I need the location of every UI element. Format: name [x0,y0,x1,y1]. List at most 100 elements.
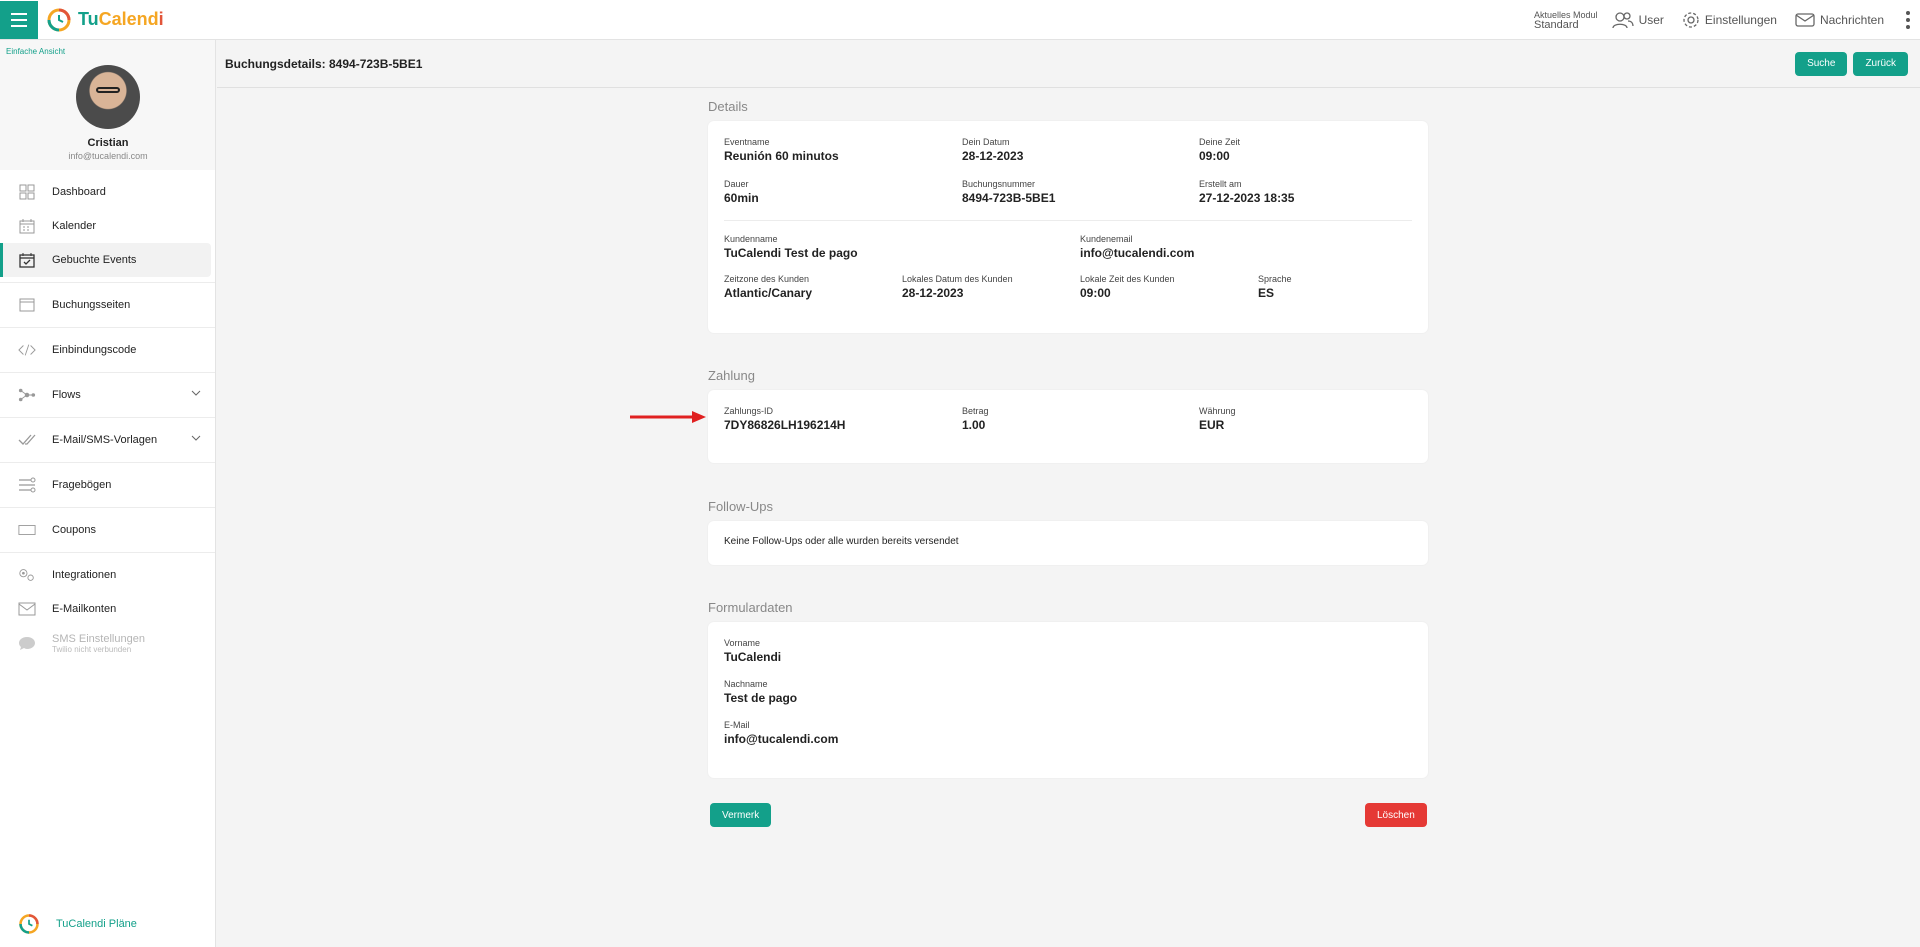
sidebar-item-questionnaires[interactable]: Fragebögen [0,468,215,502]
settings-menu[interactable]: Einstellungen [1682,11,1777,29]
sidebar-item-booking-pages[interactable]: Buchungsseiten [0,288,215,322]
amount-field: Betrag 1.00 [962,406,989,432]
field-value: info@tucalendi.com [724,732,839,746]
currency-field: Währung EUR [1199,406,1236,432]
sidebar-item-email-accounts[interactable]: E-Mailkonten [0,592,215,626]
field-value: info@tucalendi.com [1080,246,1195,260]
plans-link[interactable]: TuCalendi Pläne [18,913,137,935]
field-label: Lokales Datum des Kunden [902,274,1013,284]
field-value: Atlantic/Canary [724,286,813,300]
chevron-down-icon[interactable] [191,390,201,396]
avatar[interactable] [76,65,140,129]
field-label: Vorname [724,638,761,648]
sidebar-nav: Dashboard Kalender Gebuchte Events Buchu… [0,175,215,660]
sms-icon [18,634,36,652]
module-value: Standard [1534,18,1579,31]
field-label: Dein Datum [962,137,1010,147]
language-field: Sprache ES [1258,274,1292,300]
simple-view-link[interactable]: Einfache Ansicht [6,47,65,56]
profile-card: Cristian info@tucalendi.com [0,65,216,161]
sidebar-item-label: Integrationen [52,569,117,581]
field-label: Betrag [962,406,989,416]
questionnaire-icon [18,476,36,494]
local-time-field: Lokale Zeit des Kunden 09:00 [1080,274,1175,300]
calendar-check-icon [18,251,36,269]
field-label: Zeitzone des Kunden [724,274,810,284]
sms-status: Twilio nicht verbunden [52,644,132,654]
users-icon [1611,11,1634,28]
created-field: Erstellt am 27-12-2023 18:35 [1199,179,1294,205]
app-name: TuCalendi [78,9,164,29]
back-button[interactable]: Zurück [1853,51,1908,76]
field-label: E-Mail [724,720,750,730]
sidebar-item-booked-events[interactable]: Gebuchte Events [0,243,211,277]
sidebar: Einfache Ansicht Cristian info@tucalendi… [0,40,216,947]
sidebar-item-sms-settings[interactable]: SMS Einstellungen Twilio nicht verbunden [0,626,215,660]
plans-label: TuCalendi Pläne [56,918,137,930]
field-label: Zahlungs-ID [724,406,774,416]
first-name-field: Vorname TuCalendi [724,638,781,664]
field-label: Lokale Zeit des Kunden [1080,274,1175,284]
user-menu[interactable]: User [1611,11,1664,29]
sidebar-item-integrations[interactable]: Integrationen [0,558,215,592]
last-name-field: Nachname Test de pago [724,679,797,705]
customer-email-field: Kundenemail info@tucalendi.com [1080,234,1194,260]
profile-email: info@tucalendi.com [68,151,148,161]
sidebar-item-calendar[interactable]: Kalender [0,209,215,243]
search-button[interactable]: Suche [1795,51,1848,76]
email-field: E-Mail info@tucalendi.com [724,720,838,746]
note-button[interactable]: Vermerk [710,803,772,827]
sidebar-item-coupons[interactable]: Coupons [0,513,215,547]
sidebar-item-dashboard[interactable]: Dashboard [0,175,215,209]
sidebar-item-label: E-Mail/SMS-Vorlagen [52,434,158,446]
divider [724,220,1412,221]
current-module[interactable]: Aktuelles Modul Standard [1534,10,1598,31]
sidebar-item-embed-code[interactable]: Einbindungscode [0,333,215,367]
divider [0,282,215,283]
calendar-icon [18,217,36,235]
field-label: Deine Zeit [1199,137,1241,147]
field-value: TuCalendi [724,650,782,664]
details-section-title: Details [708,99,748,114]
divider [0,327,215,328]
sidebar-item-email-sms-templates[interactable]: E-Mail/SMS-Vorlagen [0,423,215,457]
settings-label: Einstellungen [1704,12,1777,27]
messages-menu[interactable]: Nachrichten [1795,12,1884,28]
app-logo[interactable]: TuCalendi [46,7,164,33]
payment-card: Zahlungs-ID 7DY86826LH196214H Betrag 1.0… [708,390,1428,463]
field-label: Sprache [1258,274,1292,284]
delete-button[interactable]: Löschen [1365,803,1427,827]
divider [0,462,215,463]
sidebar-item-label: Flows [52,389,81,401]
top-bar: TuCalendi Aktuelles Modul Standard User … [0,0,1920,40]
messages-label: Nachrichten [1819,12,1884,27]
sidebar-item-label: SMS Einstellungen [52,632,145,645]
sidebar-item-label: Fragebögen [52,479,112,491]
integrations-icon [18,566,36,584]
tucalendi-logo-icon [47,8,71,31]
chevron-down-icon[interactable] [191,435,201,441]
field-label: Dauer [724,179,749,189]
grid-icon [18,183,36,201]
sidebar-item-flows[interactable]: Flows [0,378,215,412]
payment-section-title: Zahlung [708,368,755,383]
content-header: Buchungsdetails: 8494-723B-5BE1 Suche Zu… [217,40,1920,88]
followups-empty-text: Keine Follow-Ups oder alle wurden bereit… [724,536,959,547]
tucalendi-logo-icon [19,914,39,934]
field-value: ES [1258,286,1275,300]
field-label: Eventname [724,137,770,147]
field-value: 27-12-2023 18:35 [1199,191,1295,205]
divider [0,417,215,418]
followups-card: Keine Follow-Ups oder alle wurden bereit… [708,521,1428,565]
event-name-field: Eventname Reunión 60 minutos [724,137,839,163]
divider [0,372,215,373]
more-options-icon[interactable] [1906,10,1910,29]
field-value: EUR [1199,418,1225,432]
duration-field: Dauer 60min [724,179,759,205]
local-date-field: Lokales Datum des Kunden 28-12-2023 [902,274,1013,300]
booking-number-field: Buchungsnummer 8494-723B-5BE1 [962,179,1055,205]
envelope-icon [1795,12,1815,27]
field-value: 28-12-2023 [902,286,964,300]
field-label: Kundenemail [1080,234,1133,244]
hamburger-menu-button[interactable] [0,0,38,39]
